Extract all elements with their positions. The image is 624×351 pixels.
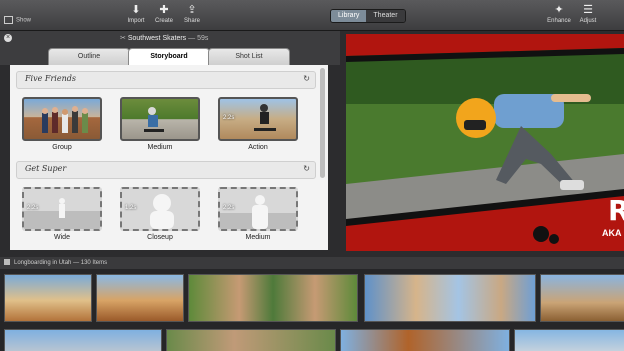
clip-filmstrip[interactable]: [514, 329, 624, 351]
clip-slot[interactable]: Medium: [120, 97, 200, 151]
storyboard-scrollbar[interactable]: [320, 68, 325, 178]
event-header: Longboarding in Utah — 130 Items: [0, 257, 624, 269]
clip-label: Medium: [147, 144, 173, 151]
clip-slot[interactable]: Group: [22, 97, 102, 151]
section-header: Get Super ↻: [16, 161, 316, 179]
clip-placeholder[interactable]: 1.2s Closeup: [120, 187, 200, 241]
tab-storyboard[interactable]: Storyboard: [128, 48, 210, 66]
placeholder-thumbnail: 1.2s: [120, 187, 200, 231]
clip-placeholder[interactable]: 2.2s Wide: [22, 187, 102, 241]
theater-tab[interactable]: Theater: [366, 10, 405, 22]
close-icon[interactable]: ×: [4, 34, 12, 42]
clip-filmstrip[interactable]: [540, 274, 624, 322]
refresh-icon[interactable]: ↻: [303, 164, 310, 173]
section-name: Get Super: [25, 164, 67, 173]
show-label: Show: [16, 17, 32, 24]
library-theater-toggle: Library Theater: [330, 9, 406, 23]
refresh-icon[interactable]: ↻: [303, 74, 310, 83]
clip-filmstrip[interactable]: [4, 274, 92, 322]
clip-duration: 1.2s: [125, 205, 137, 211]
sliders-icon: ☰: [583, 4, 593, 16]
share-icon: ⇪: [187, 4, 197, 16]
clip-label: Wide: [54, 234, 70, 241]
group-people-image: [42, 106, 88, 133]
video-viewer: R AKA: [346, 34, 624, 251]
clip-thumbnail: [22, 97, 102, 141]
trailer-icon: ✂: [120, 35, 128, 42]
skater-preview-image: [346, 34, 624, 251]
clip-label: Medium: [245, 234, 271, 241]
tab-outline[interactable]: Outline: [48, 48, 130, 65]
project-title: ✂ Southwest Skaters — 59s: [120, 34, 208, 42]
share-label: Share: [183, 18, 200, 24]
clip-slot[interactable]: 2.2s Action: [218, 97, 298, 151]
plus-icon: ✚: [159, 4, 169, 16]
show-libraries-button[interactable]: Show: [4, 16, 31, 24]
clip-filmstrip[interactable]: [364, 274, 536, 322]
share-button[interactable]: ⇪ Share: [174, 4, 210, 24]
project-name: Southwest Skaters: [127, 35, 187, 42]
event-count: — 130 Items: [73, 260, 108, 266]
main-toolbar: Show ⬇ Import ✚ Create ⇪ Share Library T…: [0, 0, 624, 31]
clip-label: Group: [52, 144, 72, 151]
clip-thumbnail: [120, 97, 200, 141]
clip-thumbnail: 2.2s: [218, 97, 298, 141]
title-overlay-letter: R: [608, 194, 624, 227]
title-overlay-text: AKA: [602, 228, 622, 238]
clip-duration: 2.2s: [27, 205, 39, 211]
clip-filmstrip[interactable]: [96, 274, 184, 322]
magic-wand-icon: ✦: [554, 4, 564, 16]
section-header: Five Friends ↻: [16, 71, 316, 89]
clip-filmstrip[interactable]: [4, 329, 162, 351]
library-tab[interactable]: Library: [331, 10, 367, 22]
clip-label: Closeup: [147, 234, 173, 241]
adjust-label: Adjust: [579, 18, 597, 24]
adjust-button[interactable]: ☰ Adjust: [570, 4, 606, 24]
tab-shot-list[interactable]: Shot List: [208, 48, 290, 65]
import-label: Import: [127, 18, 145, 24]
trailer-tabs: Outline Storyboard Shot List: [0, 45, 340, 66]
sidebar-icon: [4, 16, 13, 24]
clip-placeholder[interactable]: 2.2s Medium: [218, 187, 298, 241]
clip-duration: 2.2s: [223, 205, 235, 211]
clip-filmstrip[interactable]: [188, 274, 358, 322]
clip-filmstrip[interactable]: [340, 329, 510, 351]
section-name: Five Friends: [25, 74, 76, 83]
storyboard-panel: Five Friends ↻ Group Medium 2.2s Action …: [10, 65, 328, 250]
project-title-bar: × ✂ Southwest Skaters — 59s: [0, 31, 340, 45]
download-arrow-icon: ⬇: [131, 4, 141, 16]
project-duration: — 59s: [188, 35, 209, 42]
clip-browser: [0, 269, 624, 351]
skater-image: [144, 107, 164, 132]
enhance-label: Enhance: [547, 18, 571, 24]
placeholder-thumbnail: 2.2s: [22, 187, 102, 231]
clip-label: Action: [248, 144, 268, 151]
create-label: Create: [154, 18, 173, 24]
clip-duration: 2.2s: [223, 115, 235, 121]
event-icon: [4, 259, 10, 266]
event-title: Longboarding in Utah: [14, 260, 72, 266]
clip-filmstrip[interactable]: [166, 329, 336, 351]
placeholder-thumbnail: 2.2s: [218, 187, 298, 231]
